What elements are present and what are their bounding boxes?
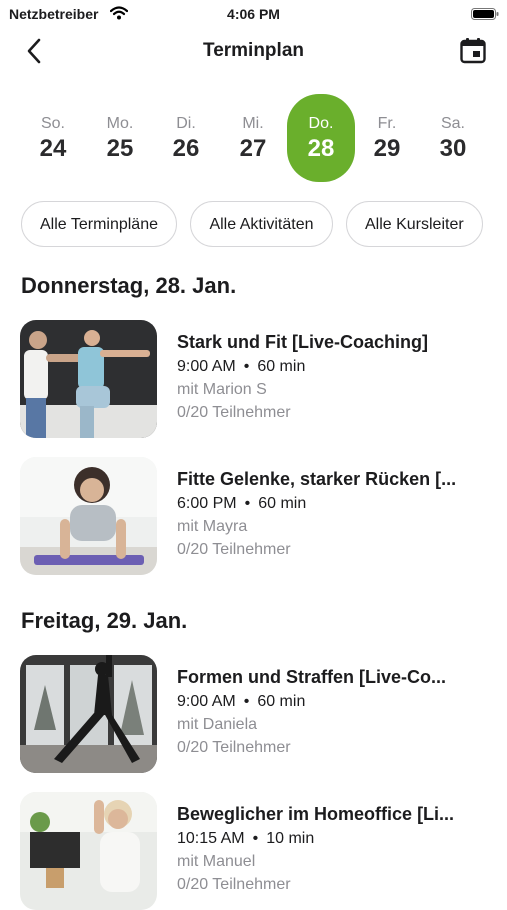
day-number: 27 — [239, 135, 267, 162]
filter-bar: Alle Terminpläne Alle Aktivitäten Alle K… — [21, 201, 507, 251]
day-saturday[interactable]: Sa. 30 — [421, 94, 485, 182]
day-number: 30 — [439, 135, 467, 162]
class-title: Stark und Fit [Live-Coaching] — [177, 332, 429, 352]
battery-icon — [471, 8, 499, 20]
class-card[interactable]: Stark und Fit [Live-Coaching] 9:00 AM • 60… — [20, 320, 500, 438]
class-time-row: 10:15 AM • 10 min — [177, 830, 315, 847]
day-name: Do. — [308, 115, 334, 132]
day-name: Mo. — [106, 115, 134, 132]
day-number: 25 — [106, 135, 134, 162]
day-tuesday[interactable]: Di. 26 — [154, 94, 218, 182]
day-monday[interactable]: Mo. 25 — [88, 94, 152, 182]
class-duration: 10 min — [266, 830, 315, 847]
class-participants: 0/20 Teilnehmer — [177, 541, 291, 558]
day-number: 26 — [172, 135, 200, 162]
class-duration: 60 min — [258, 495, 307, 512]
class-time-row: 9:00 AM • 60 min — [177, 358, 306, 375]
filter-schedules-chip[interactable]: Alle Terminpläne — [21, 201, 177, 247]
day-name: Di. — [176, 115, 196, 132]
class-duration: 60 min — [257, 358, 306, 375]
class-title: Beweglicher im Homeoffice [Li... — [177, 804, 455, 824]
class-time-row: 9:00 AM • 60 min — [177, 693, 306, 710]
class-trainer: mit Manuel — [177, 853, 256, 870]
navigation-bar: Terminplan — [0, 28, 507, 74]
class-title: Fitte Gelenke, starker Rücken [... — [177, 469, 457, 489]
class-thumbnail — [20, 457, 157, 575]
class-card[interactable]: Formen und Straffen [Live-Co... 9:00 AM •… — [20, 655, 500, 773]
class-thumbnail — [20, 655, 157, 773]
section-header-thursday: Donnerstag, 28. Jan. — [21, 273, 237, 298]
class-time: 9:00 AM — [177, 358, 236, 375]
class-trainer: mit Daniela — [177, 716, 258, 733]
day-number: 29 — [373, 135, 401, 162]
day-name: Fr. — [377, 115, 397, 132]
class-participants: 0/20 Teilnehmer — [177, 876, 291, 893]
day-name: Mi. — [242, 115, 264, 132]
class-thumbnail — [20, 792, 157, 910]
class-time: 6:00 PM — [177, 495, 237, 512]
class-duration: 60 min — [257, 693, 306, 710]
section-header-friday: Freitag, 29. Jan. — [21, 608, 188, 633]
day-number: 24 — [39, 135, 67, 162]
class-time-row: 6:00 PM • 60 min — [177, 495, 307, 512]
class-card[interactable]: Beweglicher im Homeoffice [Li... 10:15 A… — [20, 792, 500, 910]
day-thursday-selected[interactable]: Do. 28 — [287, 94, 355, 182]
class-thumbnail — [20, 320, 157, 438]
filter-activities-chip[interactable]: Alle Aktivitäten — [190, 201, 333, 247]
page-title: Terminplan — [203, 40, 304, 61]
status-time: 4:06 PM — [227, 6, 280, 22]
day-wednesday[interactable]: Mi. 27 — [221, 94, 285, 182]
day-name: So. — [40, 115, 65, 132]
day-name: Sa. — [440, 115, 465, 132]
day-sunday[interactable]: So. 24 — [21, 94, 85, 182]
class-time: 9:00 AM — [177, 693, 236, 710]
day-friday[interactable]: Fr. 29 — [355, 94, 419, 182]
class-trainer: mit Marion S — [177, 381, 267, 398]
class-title: Formen und Straffen [Live-Co... — [177, 667, 447, 687]
class-card[interactable]: Fitte Gelenke, starker Rücken [... 6:00 … — [20, 457, 500, 575]
class-participants: 0/20 Teilnehmer — [177, 404, 291, 421]
class-participants: 0/20 Teilnehmer — [177, 739, 291, 756]
week-selector: So. 24 Mo. 25 Di. 26 Mi. 27 Do. 28 Fr. 2… — [20, 94, 487, 182]
class-trainer: mit Mayra — [177, 518, 248, 535]
class-time: 10:15 AM — [177, 830, 245, 847]
status-bar: Netzbetreiber 4:06 PM — [0, 0, 507, 28]
day-number: 28 — [307, 135, 335, 162]
filter-instructors-chip[interactable]: Alle Kursleiter — [345, 201, 483, 247]
calendar-icon[interactable] — [458, 36, 488, 66]
